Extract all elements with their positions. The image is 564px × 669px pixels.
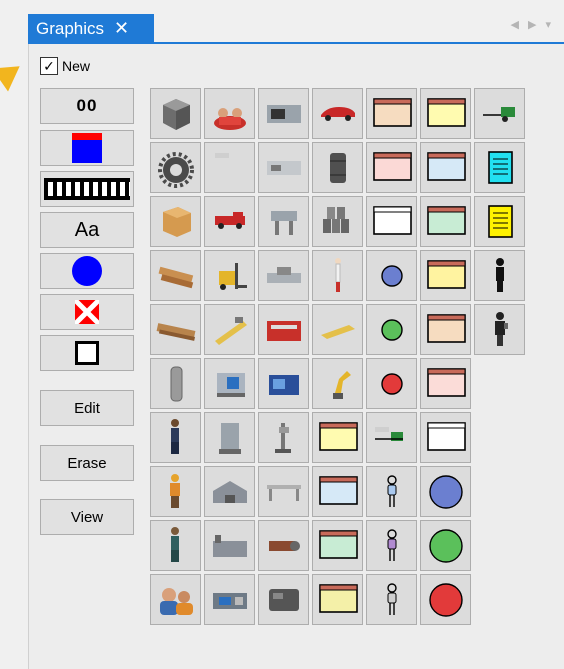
person-purple-icon[interactable] <box>366 520 417 571</box>
stacked-barrels-icon[interactable] <box>312 196 363 247</box>
arrow-pointer-icon <box>0 54 28 92</box>
x-box-tool-button[interactable] <box>40 294 134 330</box>
meeting-people-icon[interactable] <box>150 574 201 625</box>
queue-box-mint-icon[interactable] <box>420 196 471 247</box>
blue-circle-icon[interactable] <box>366 250 417 301</box>
conveyor-tool-button[interactable] <box>40 171 134 207</box>
tank-machine-icon[interactable] <box>204 412 255 463</box>
queue-box-blue-icon[interactable] <box>312 466 363 517</box>
person-gray-icon[interactable] <box>366 574 417 625</box>
tool-arm-icon[interactable] <box>204 304 255 355</box>
square-outline-swatch-icon <box>75 341 99 365</box>
queue-box-green-icon[interactable] <box>312 520 363 571</box>
queue-box-red-icon[interactable] <box>366 142 417 193</box>
person-blue-icon[interactable] <box>366 466 417 517</box>
queue-box-yellow-icon[interactable] <box>420 88 471 139</box>
lathe-machine-icon[interactable] <box>258 142 309 193</box>
queue-box-peach-icon[interactable] <box>420 304 471 355</box>
document-yellow-icon[interactable] <box>474 196 525 247</box>
press-brake-icon[interactable] <box>258 304 309 355</box>
square-tool-button[interactable] <box>40 335 134 371</box>
x-box-swatch-icon <box>75 300 99 324</box>
number-tool-label: 00 <box>76 96 98 115</box>
checkmark-icon[interactable]: ✓ <box>40 57 58 75</box>
erase-button[interactable]: Erase <box>40 445 134 481</box>
dark-worker-icon[interactable] <box>474 250 525 301</box>
red-circle-icon[interactable] <box>366 358 417 409</box>
cnc-lathe-icon[interactable] <box>258 88 309 139</box>
number-tool-button[interactable]: 00 <box>40 88 134 124</box>
text-tool-label: Aa <box>74 218 100 241</box>
tab-graphics[interactable]: Graphics ✕ <box>28 14 154 43</box>
small-label-icon[interactable] <box>204 142 255 193</box>
queue-box-yellow3-icon[interactable] <box>420 250 471 301</box>
tab-bar: Graphics ✕ ◀▶▾ <box>0 0 564 44</box>
blue-machine-icon[interactable] <box>258 358 309 409</box>
tab-menu-icon[interactable]: ▾ <box>545 19 560 31</box>
erase-label: Erase <box>67 454 107 472</box>
delivery-truck-icon[interactable] <box>474 88 525 139</box>
queue-box-yellow-icon[interactable] <box>312 412 363 463</box>
factory-icon[interactable] <box>204 520 255 571</box>
text-tool-button[interactable]: Aa <box>40 212 134 248</box>
queue-box-pink-icon[interactable] <box>420 358 471 409</box>
forklift-icon[interactable] <box>204 250 255 301</box>
warehouse-icon[interactable] <box>204 466 255 517</box>
edit-label: Edit <box>74 399 100 417</box>
lumber-icon[interactable] <box>150 250 201 301</box>
rectangle-tool-button[interactable] <box>40 130 134 166</box>
red-ellipse-icon[interactable] <box>420 574 471 625</box>
red-truck-icon[interactable] <box>204 196 255 247</box>
seated-people-icon[interactable] <box>204 88 255 139</box>
cardboard-box-icon[interactable] <box>150 196 201 247</box>
rectangle-swatch-icon <box>72 133 102 163</box>
red-car-icon[interactable] <box>312 88 363 139</box>
document-cyan-icon[interactable] <box>474 142 525 193</box>
press-machine-icon[interactable] <box>258 196 309 247</box>
cnc-machine-icon[interactable] <box>204 574 255 625</box>
blue-ellipse-icon[interactable] <box>420 466 471 517</box>
queue-box-white-icon[interactable] <box>366 196 417 247</box>
hardhat-worker-icon[interactable] <box>150 466 201 517</box>
circle-swatch-icon <box>72 256 102 286</box>
circle-tool-button[interactable] <box>40 253 134 289</box>
worker-icon[interactable] <box>150 412 201 463</box>
yellow-tool-icon[interactable] <box>312 304 363 355</box>
wood-pallet-icon[interactable] <box>150 304 201 355</box>
tab-scroll-arrows: ◀▶▾ <box>511 18 560 31</box>
cylinder-tank-icon[interactable] <box>150 358 201 409</box>
queue-box-orange-icon[interactable] <box>366 88 417 139</box>
queue-box-outline-icon[interactable] <box>420 412 471 463</box>
oil-barrel-icon[interactable] <box>312 142 363 193</box>
engine-block-icon[interactable] <box>258 574 309 625</box>
phone-worker-icon[interactable] <box>474 304 525 355</box>
tab-title: Graphics <box>36 18 105 38</box>
box-3d-icon[interactable] <box>150 88 201 139</box>
robot-arm-icon[interactable] <box>312 358 363 409</box>
new-checkbox[interactable]: ✓ New <box>40 57 90 75</box>
queue-box-yellow2-icon[interactable] <box>312 574 363 625</box>
scroll-right-icon[interactable]: ▶ <box>528 19 545 31</box>
edit-button[interactable]: Edit <box>40 390 134 426</box>
green-circle-icon[interactable] <box>366 304 417 355</box>
close-icon[interactable]: ✕ <box>114 18 129 39</box>
grinder-icon[interactable] <box>258 250 309 301</box>
green-ellipse-icon[interactable] <box>420 520 471 571</box>
drill-stand-icon[interactable] <box>258 412 309 463</box>
gear-pump-icon[interactable] <box>258 520 309 571</box>
truck-label-icon[interactable] <box>366 412 417 463</box>
standing-person-icon[interactable] <box>312 250 363 301</box>
new-label: New <box>62 58 91 74</box>
conveyor-swatch-icon <box>44 178 130 200</box>
view-label: View <box>70 508 104 526</box>
operator-icon[interactable] <box>150 520 201 571</box>
drill-press-icon[interactable] <box>204 358 255 409</box>
workbench-icon[interactable] <box>258 466 309 517</box>
scroll-left-icon[interactable]: ◀ <box>511 19 528 31</box>
gear-icon[interactable] <box>150 142 201 193</box>
view-button[interactable]: View <box>40 499 134 535</box>
queue-box-lightblue-icon[interactable] <box>420 142 471 193</box>
